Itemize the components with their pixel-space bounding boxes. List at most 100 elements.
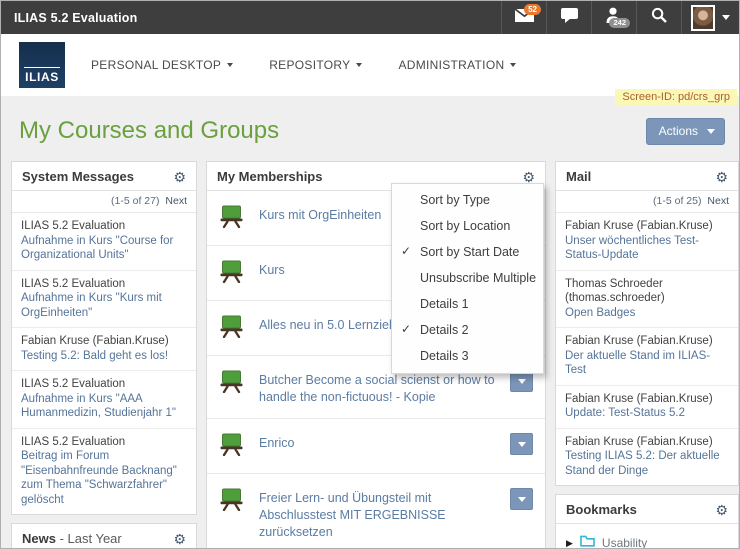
middle-column: My Memberships ⚙ Sort by Type Sort by Lo… (206, 161, 546, 549)
mail-subject-link[interactable]: Open Badges (565, 306, 729, 321)
my-memberships-panel: My Memberships ⚙ Sort by Type Sort by Lo… (206, 161, 546, 549)
mail-sender: Fabian Kruse (Fabian.Kruse) (565, 392, 729, 407)
gear-icon[interactable]: ⚙ (522, 170, 535, 184)
actions-button[interactable]: Actions (646, 118, 725, 145)
course-icon (219, 370, 244, 398)
pagination: (1-5 of 25) Next (556, 191, 738, 213)
list-item: Fabian Kruse (Fabian.Kruse) Testing ILIA… (556, 429, 738, 486)
chat-icon (561, 8, 578, 28)
gear-icon[interactable]: ⚙ (715, 503, 728, 517)
menu-item-sort-by-type[interactable]: Sort by Type (392, 187, 543, 213)
nav-administration[interactable]: ADMINISTRATION (398, 58, 516, 72)
nav-label: REPOSITORY (269, 58, 350, 72)
next-link[interactable]: Next (707, 195, 729, 207)
folder-icon (580, 532, 595, 549)
row-actions-button[interactable] (510, 433, 533, 455)
item-subject-link[interactable]: Aufnahme in Kurs "Course for Organizatio… (21, 234, 187, 263)
mail-subject-link[interactable]: Unser wöchentliches Test-Status-Update (565, 234, 729, 263)
gear-icon[interactable]: ⚙ (715, 170, 728, 184)
actions-label: Actions (659, 124, 698, 138)
nav-label: PERSONAL DESKTOP (91, 58, 221, 72)
mail-panel: Mail ⚙ (1-5 of 25) Next Fabian Kruse (Fa… (555, 161, 739, 486)
item-subject-link[interactable]: Aufnahme in Kurs "AAA Humanmedizin, Stud… (21, 392, 187, 421)
menu-item-unsubscribe-multiple[interactable]: Unsubscribe Multiple (392, 265, 543, 291)
mail-sender: Fabian Kruse (Fabian.Kruse) (565, 334, 729, 349)
mail-count-badge: 52 (524, 4, 541, 15)
membership-row: Freier Lern- und Übungsteil mit Abschlus… (207, 474, 545, 549)
list-item: Fabian Kruse (Fabian.Kruse) Unser wöchen… (556, 213, 738, 271)
ilias-logo[interactable]: ILIAS (19, 42, 65, 88)
chevron-down-icon (510, 63, 516, 67)
logo-text: ILIAS (24, 67, 60, 88)
user-avatar (691, 5, 715, 31)
item-subject-link[interactable]: Testing 5.2: Bald geht es los! (21, 349, 187, 364)
chat-button[interactable] (546, 1, 591, 34)
nav-label: ADMINISTRATION (398, 58, 504, 72)
menu-item-details-1[interactable]: Details 1 (392, 291, 543, 317)
system-messages-panel: System Messages ⚙ (1-5 of 27) Next ILIAS… (11, 161, 197, 515)
mail-button[interactable]: 52 (501, 1, 546, 34)
panel-title: My Memberships (217, 169, 322, 184)
course-icon (219, 315, 244, 343)
list-item: ILIAS 5.2 Evaluation Aufnahme in Kurs "K… (12, 271, 196, 329)
chevron-down-icon (518, 442, 526, 447)
list-item: ILIAS 5.2 Evaluation Aufnahme in Kurs "C… (12, 213, 196, 271)
chevron-down-icon (518, 497, 526, 502)
bookmarks-panel: Bookmarks ⚙ ▶ Usability The first years (555, 494, 739, 549)
item-sender: ILIAS 5.2 Evaluation (21, 219, 187, 234)
memberships-context-menu: Sort by Type Sort by Location ✓Sort by S… (391, 183, 544, 374)
list-item: ILIAS 5.2 Evaluation Beitrag im Forum "E… (12, 429, 196, 515)
bookmark-folder-row: ▶ Usability (566, 532, 728, 549)
left-column: System Messages ⚙ (1-5 of 27) Next ILIAS… (11, 161, 197, 549)
item-sender: Fabian Kruse (Fabian.Kruse) (21, 334, 187, 349)
item-subject-link[interactable]: Aufnahme in Kurs "Kurs mit OrgEinheiten" (21, 291, 187, 320)
list-item: Fabian Kruse (Fabian.Kruse) Update: Test… (556, 386, 738, 429)
menu-item-details-2[interactable]: ✓Details 2 (392, 317, 543, 343)
pagination: (1-5 of 27) Next (12, 191, 196, 213)
menu-item-sort-by-location[interactable]: Sort by Location (392, 213, 543, 239)
next-link[interactable]: Next (165, 195, 187, 207)
membership-row: Enrico (207, 419, 545, 474)
page-header: My Courses and Groups Actions (1, 96, 739, 161)
nav-personal-desktop[interactable]: PERSONAL DESKTOP (91, 58, 233, 72)
mail-sender: Fabian Kruse (Fabian.Kruse) (565, 219, 729, 234)
chevron-down-icon (707, 129, 715, 134)
item-subject-link[interactable]: Beitrag im Forum "Eisenbahnfreunde Backn… (21, 449, 187, 507)
chevron-down-icon (722, 15, 730, 20)
user-menu-button[interactable] (681, 1, 739, 34)
right-column: Mail ⚙ (1-5 of 25) Next Fabian Kruse (Fa… (555, 161, 739, 549)
course-link[interactable]: Freier Lern- und Übungsteil mit Abschlus… (259, 487, 495, 541)
expand-arrow-icon[interactable]: ▶ (566, 532, 573, 549)
course-icon (219, 488, 244, 516)
top-bar: ILIAS 5.2 Evaluation 52 242 (1, 1, 739, 34)
gear-icon[interactable]: ⚙ (173, 532, 186, 546)
mail-subject-link[interactable]: Update: Test-Status 5.2 (565, 406, 729, 421)
installation-title: ILIAS 5.2 Evaluation (1, 11, 137, 25)
dashboard-columns: System Messages ⚙ (1-5 of 27) Next ILIAS… (1, 161, 739, 549)
search-button[interactable] (636, 1, 681, 34)
row-actions-button[interactable] (510, 488, 533, 510)
pagination-range: (1-5 of 25) (653, 195, 701, 207)
course-icon (219, 433, 244, 461)
bookmark-folder-link[interactable]: Usability (602, 532, 647, 549)
nav-repository[interactable]: REPOSITORY (269, 58, 362, 72)
mail-subject-link[interactable]: Der aktuelle Stand im ILIAS-Test (565, 349, 729, 378)
menu-item-sort-by-start-date[interactable]: ✓Sort by Start Date (392, 239, 543, 265)
panel-title: Mail (566, 169, 591, 184)
mail-sender: Thomas Schroeder (thomas.schroeder) (565, 277, 729, 306)
course-link[interactable]: Butcher Become a social scienst or how t… (259, 369, 495, 406)
main-nav: ILIAS PERSONAL DESKTOP REPOSITORY ADMINI… (1, 34, 739, 96)
item-sender: ILIAS 5.2 Evaluation (21, 377, 187, 392)
who-is-online-button[interactable]: 242 (591, 1, 636, 34)
gear-icon[interactable]: ⚙ (173, 170, 186, 184)
course-icon (219, 205, 244, 233)
list-item: Thomas Schroeder (thomas.schroeder) Open… (556, 271, 738, 329)
mail-subject-link[interactable]: Testing ILIAS 5.2: Der aktuelle Stand de… (565, 449, 729, 478)
online-count-badge: 242 (609, 18, 630, 29)
course-link[interactable]: Enrico (259, 432, 495, 452)
top-bar-actions: 52 242 (501, 1, 739, 34)
list-item: Fabian Kruse (Fabian.Kruse) Testing 5.2:… (12, 328, 196, 371)
menu-item-details-3[interactable]: Details 3 (392, 343, 543, 369)
list-item: Fabian Kruse (Fabian.Kruse) Der aktuelle… (556, 328, 738, 386)
news-panel: News - Last Year ⚙ (1-5 of 10) Next Medi… (11, 523, 197, 549)
